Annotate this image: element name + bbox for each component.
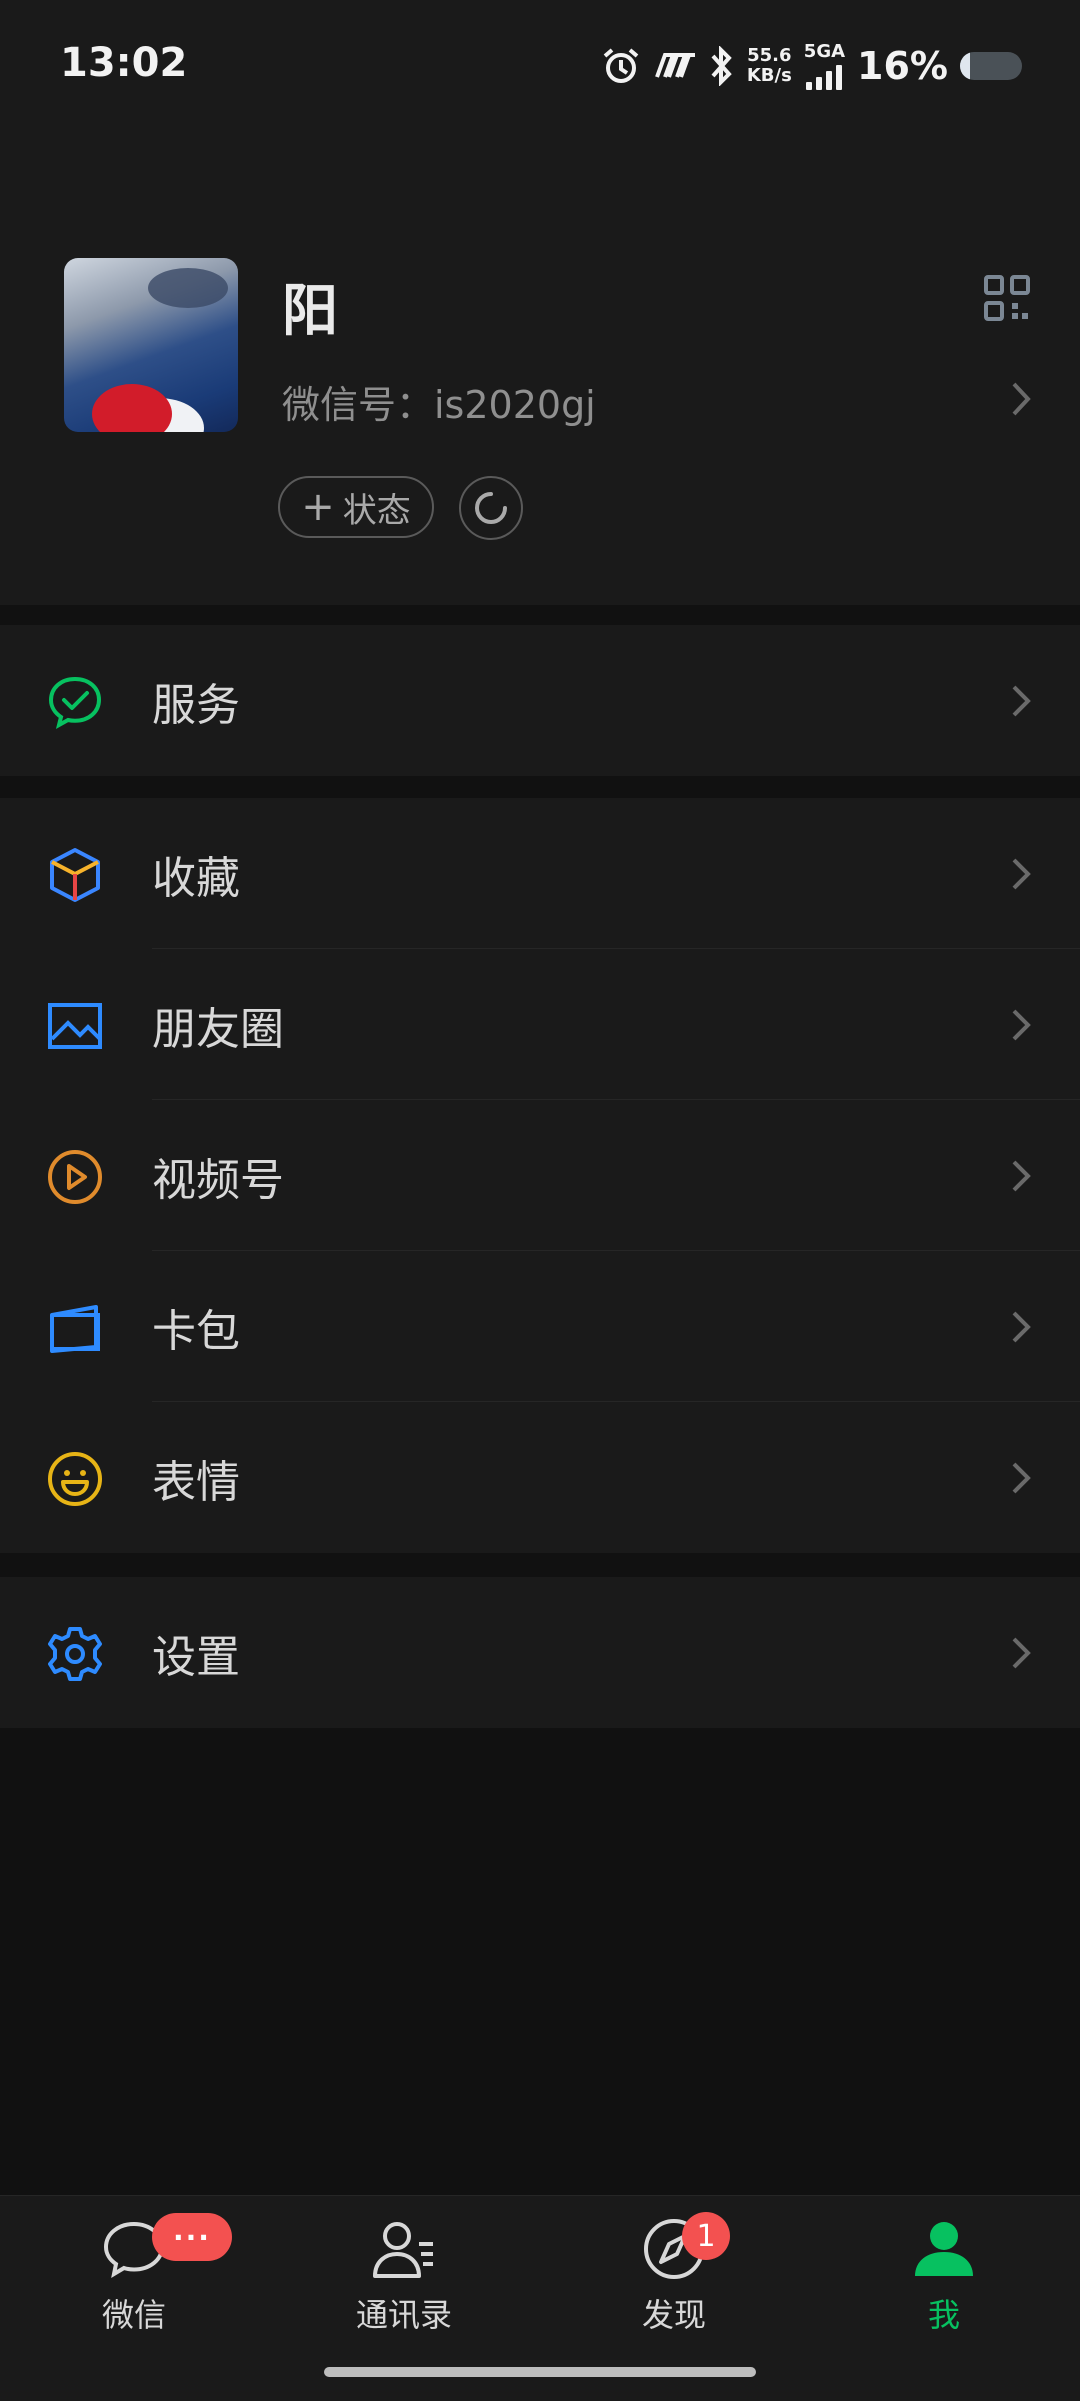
- tab-label-contacts: 通讯录: [355, 2296, 452, 2334]
- menu-label-card-wallet: 卡包: [152, 1305, 240, 1357]
- chevron-right-icon: [1012, 858, 1031, 890]
- plus-icon: +: [301, 484, 335, 530]
- avatar[interactable]: [64, 258, 238, 432]
- chevron-right-icon: [1012, 1311, 1031, 1343]
- channels-play-icon: [48, 1150, 102, 1204]
- services-icon: [48, 676, 102, 729]
- chevron-right-icon: [1012, 685, 1031, 717]
- chevron-right-icon: [1012, 1462, 1031, 1494]
- contacts-icon: [373, 2222, 433, 2278]
- gear-icon: [48, 1627, 102, 1681]
- status-time: 13:02: [60, 40, 188, 86]
- chevron-right-icon: [1012, 1009, 1031, 1041]
- me-person-icon: [915, 2222, 973, 2276]
- network-type: 5GA: [803, 41, 846, 62]
- tab-me[interactable]: 我: [844, 2214, 1044, 2336]
- status-ring-button[interactable]: [459, 476, 523, 540]
- tab-label-chats: 微信: [101, 2296, 166, 2334]
- network-speed: 55.6 KB/s: [746, 45, 792, 86]
- status-bar: 13:02 55.6 KB/s 5GA 16%: [0, 0, 1080, 130]
- home-indicator[interactable]: [324, 2367, 756, 2377]
- signal-icon: [806, 62, 843, 90]
- signal-group: 5GA: [804, 42, 845, 90]
- nfc-icon: [654, 53, 695, 78]
- menu-label-channels: 视频号: [152, 1154, 284, 1206]
- chevron-right-icon: [1012, 382, 1031, 416]
- tab-discover[interactable]: 发现: [574, 2214, 774, 2336]
- menu-label-stickers: 表情: [152, 1456, 240, 1508]
- tab-label-me: 我: [927, 2296, 960, 2334]
- profile-header[interactable]: 阳 微信号：is2020gj + 状态: [0, 130, 1080, 605]
- add-status-button[interactable]: + 状态: [278, 476, 434, 538]
- menu-item-favorites[interactable]: 收藏: [0, 798, 1080, 949]
- chats-badge: ···: [152, 2213, 232, 2261]
- battery-icon: [960, 52, 1022, 80]
- menu-label-favorites: 收藏: [152, 852, 240, 904]
- menu-item-moments[interactable]: 朋友圈: [0, 949, 1080, 1100]
- discover-badge: 1: [682, 2212, 730, 2260]
- menu-item-card-wallet[interactable]: 卡包: [0, 1251, 1080, 1402]
- menu-label-services: 服务: [152, 679, 240, 731]
- menu-label-settings: 设置: [152, 1631, 240, 1683]
- smile-icon: [48, 1452, 102, 1506]
- profile-name: 阳: [282, 279, 338, 344]
- menu-item-channels[interactable]: 视频号: [0, 1100, 1080, 1251]
- qr-code-icon[interactable]: [984, 275, 1030, 321]
- services-section: 服务: [0, 625, 1080, 776]
- alarm-icon: [603, 48, 639, 83]
- menu-item-stickers[interactable]: 表情: [0, 1402, 1080, 1553]
- settings-section: 设置: [0, 1577, 1080, 1728]
- menu-item-services[interactable]: 服务: [0, 625, 1080, 776]
- status-icons: 55.6 KB/s 5GA 16%: [601, 36, 1022, 96]
- menu-label-moments: 朋友圈: [152, 1003, 284, 1055]
- wechat-id: 微信号：is2020gj: [282, 383, 596, 427]
- bluetooth-icon: [711, 46, 732, 86]
- tab-label-discover: 发现: [641, 2296, 706, 2334]
- battery-percent: 16%: [857, 44, 948, 88]
- loading-ring-icon: [475, 492, 507, 524]
- favorites-cube-icon: [50, 848, 100, 902]
- menu-item-settings[interactable]: 设置: [0, 1577, 1080, 1728]
- wallet-card-icon: [50, 1305, 100, 1353]
- chevron-right-icon: [1012, 1160, 1031, 1192]
- main-menu-section: 收藏 朋友圈 视频号 卡包 表情: [0, 798, 1080, 1553]
- tab-contacts[interactable]: 通讯录: [304, 2214, 504, 2336]
- moments-image-icon: [48, 1003, 102, 1049]
- chevron-right-icon: [1012, 1637, 1031, 1669]
